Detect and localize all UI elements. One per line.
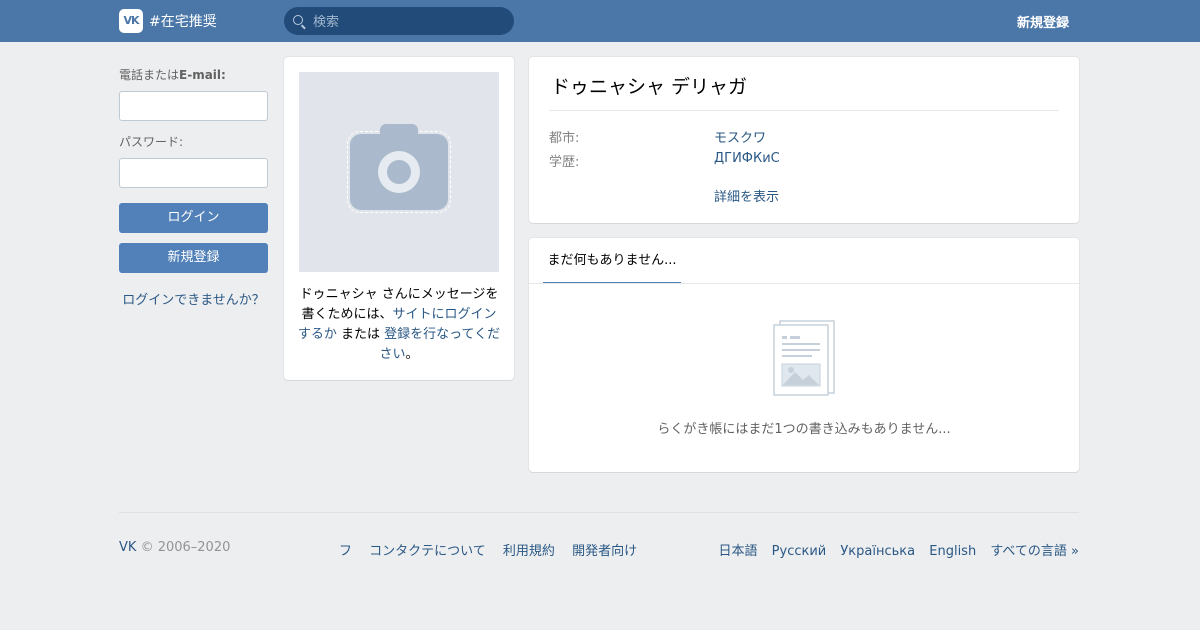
signup-button[interactable]: 新規登録 <box>119 243 268 273</box>
password-label: パスワード: <box>119 135 184 149</box>
footer-links: フ コンタクテについて 利用規約 開発者向け <box>339 540 650 559</box>
footer-link-developers[interactable]: 開発者向け <box>572 544 637 559</box>
login-form: 電話またはE-mail: パスワード: ログイン 新規登録 ログインできませんか… <box>119 66 268 308</box>
footer-link-terms[interactable]: 利用規約 <box>503 544 555 559</box>
login-button[interactable]: ログイン <box>119 203 268 233</box>
hashtag-label[interactable]: #在宅推奨 <box>149 11 217 31</box>
city-label: 都市: <box>549 131 580 146</box>
message-prompt: ドゥニャシャ さんにメッセージを書くためには、サイトにログインするか または 登… <box>297 287 501 362</box>
divider <box>549 110 1059 111</box>
wall-card: まだ何もありません... らくがき帳にはまだ1つの書き込みもありません... <box>529 238 1079 472</box>
lang-all[interactable]: すべての言語 » <box>990 544 1079 559</box>
forgot-login-link[interactable]: ログインできませんか？ <box>119 289 268 308</box>
lang-ukrainian[interactable]: Українська <box>840 544 915 559</box>
phone-email-field[interactable] <box>119 91 268 121</box>
profile-photo-card: ドゥニャシャ さんにメッセージを書くためには、サイトにログインするか または 登… <box>284 57 514 380</box>
footer-divider <box>119 512 1079 513</box>
profile-name: ドゥニャシャ デリャガ <box>551 76 748 98</box>
profile-info-card: ドゥニャシャ デリャガ 都市: モスクワ 学歴: ДГИФКиС 詳細を表示 <box>529 57 1079 223</box>
profile-photo-placeholder <box>299 72 499 272</box>
camera-icon <box>347 124 451 213</box>
show-details-link[interactable]: 詳細を表示 <box>714 186 779 205</box>
copyright: VK © 2006–2020 <box>119 540 231 555</box>
footer-link[interactable]: フ <box>339 544 352 559</box>
divider <box>529 283 1079 284</box>
footer-brand-link[interactable]: VK <box>119 540 136 555</box>
phone-email-label: 電話またはE-mail: <box>119 68 226 82</box>
empty-wall-icon <box>773 320 835 396</box>
footer-link-about[interactable]: コンタクテについて <box>369 544 486 559</box>
wall-tab[interactable]: まだ何もありません... <box>543 238 681 284</box>
education-value-link[interactable]: ДГИФКиС <box>714 151 780 166</box>
language-links: 日本語 Русский Українська English すべての言語 » <box>709 540 1080 559</box>
password-field[interactable] <box>119 158 268 188</box>
city-value-link[interactable]: モスクワ <box>714 127 766 146</box>
lang-japanese[interactable]: 日本語 <box>719 544 758 559</box>
vk-logo-icon: VK <box>119 9 143 33</box>
search-icon <box>293 15 303 25</box>
lang-russian[interactable]: Русский <box>772 544 827 559</box>
empty-wall-text: らくがき帳にはまだ1つの書き込みもありません... <box>657 422 951 437</box>
lang-english[interactable]: English <box>929 544 976 559</box>
education-label: 学歴: <box>549 155 580 170</box>
top-bar: VK #在宅推奨 新規登録 <box>0 0 1200 42</box>
search-box[interactable] <box>284 7 514 37</box>
header-signup-link[interactable]: 新規登録 <box>1017 12 1069 31</box>
search-input[interactable] <box>311 7 505 37</box>
register-link[interactable]: 登録を行なってください <box>379 327 500 362</box>
vk-logo[interactable]: VK #在宅推奨 <box>119 9 217 33</box>
